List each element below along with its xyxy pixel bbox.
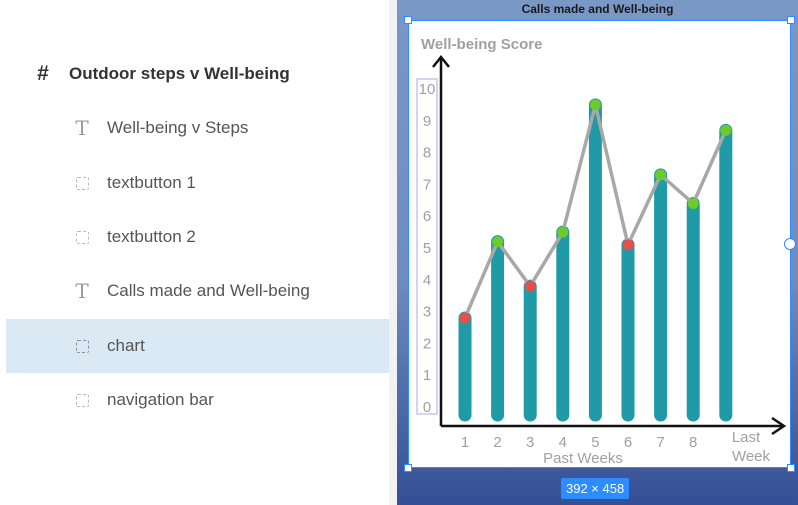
selected-frame[interactable]: Well-being Score 0 1 2 3 4 5 6 7 8 9 10 1 2 3 4 5 6 7 8 Last…	[408, 20, 791, 468]
layer-frame-outdoor-steps[interactable]: # Outdoor steps v Well-being	[6, 47, 389, 101]
resize-handle-bottom-left[interactable]	[404, 464, 412, 472]
x-tick-label-last-week: Last Week	[732, 429, 771, 465]
x-tick-label: 6	[624, 434, 632, 451]
layer-text-well-being-v-steps[interactable]: T Well-being v Steps	[6, 101, 389, 155]
y-tick-label: 4	[423, 272, 431, 289]
resize-handle-top-right[interactable]	[787, 16, 795, 24]
y-tick-label: 0	[423, 399, 431, 416]
dashed-frame-icon	[76, 230, 89, 244]
layer-navigation-bar[interactable]: navigation bar	[6, 373, 389, 427]
x-tick-label: 8	[689, 434, 697, 451]
y-axis-title: Well-being Score	[421, 36, 542, 53]
layer-label: navigation bar	[107, 390, 214, 409]
x-tick-label: 5	[591, 434, 599, 451]
marker-week-1	[459, 312, 471, 324]
marker-week-2	[492, 236, 504, 248]
marker-week-4	[557, 226, 569, 238]
resize-handle-bottom-right[interactable]	[787, 464, 795, 472]
resize-handle-top-left[interactable]	[404, 16, 412, 24]
text-icon: T	[75, 116, 89, 140]
size-badge: 392 × 458	[561, 478, 630, 499]
layer-label: textbutton 1	[107, 173, 196, 192]
marker-week-3	[524, 280, 536, 292]
layer-text-calls-made[interactable]: T Calls made and Well-being	[6, 264, 389, 318]
well-being-chart: Well-being Score 0 1 2 3 4 5 6 7 8 9 10 1 2 3 4 5 6 7 8 Last…	[416, 36, 787, 466]
x-tick-label: 7	[656, 434, 664, 451]
dashed-frame-icon	[76, 393, 89, 407]
design-canvas[interactable]: Calls made and Well-being Well-being Sco…	[397, 0, 798, 505]
layer-chart-selected[interactable]: chart	[6, 319, 389, 373]
y-tick-label: 8	[423, 145, 431, 162]
y-tick-label: 7	[423, 176, 431, 193]
x-tick-label: 2	[493, 434, 501, 451]
y-tick-label: 2	[423, 335, 431, 352]
y-tick-label: 3	[423, 304, 431, 321]
x-tick-label: 1	[461, 434, 469, 451]
y-tick-label: 9	[423, 113, 431, 130]
layer-label: Outdoor steps v Well-being	[69, 64, 290, 83]
marker-week-5	[589, 99, 601, 111]
marker-week-last-week	[720, 124, 732, 136]
marker-week-7	[655, 169, 667, 181]
marker-week-8	[687, 197, 699, 209]
layer-textbutton-2[interactable]: textbutton 2	[6, 210, 389, 264]
panel-divider	[389, 0, 397, 505]
marker-week-6	[622, 239, 634, 251]
text-icon: T	[75, 279, 89, 303]
x-axis-title: Past Weeks	[543, 450, 623, 466]
layer-label: Calls made and Well-being	[107, 281, 310, 300]
layer-label: textbutton 2	[107, 227, 196, 246]
layer-textbutton-1[interactable]: textbutton 1	[6, 156, 389, 210]
y-tick-label: 5	[423, 240, 431, 257]
dashed-frame-icon	[76, 176, 89, 190]
layers-panel: # Outdoor steps v Well-being T Well-bein…	[0, 0, 389, 505]
resize-handle-right[interactable]	[784, 238, 796, 250]
y-tick-label: 10	[419, 81, 436, 98]
y-tick-label: 6	[423, 208, 431, 225]
frame-title: Calls made and Well-being	[521, 2, 674, 16]
frame-hash-icon: #	[37, 62, 49, 85]
x-tick-label: 3	[526, 434, 534, 451]
dashed-frame-icon	[76, 339, 89, 353]
y-tick-label: 1	[423, 367, 431, 384]
x-tick-label: 4	[559, 434, 567, 451]
layer-label: chart	[107, 336, 145, 355]
layer-label: Well-being v Steps	[107, 118, 249, 137]
